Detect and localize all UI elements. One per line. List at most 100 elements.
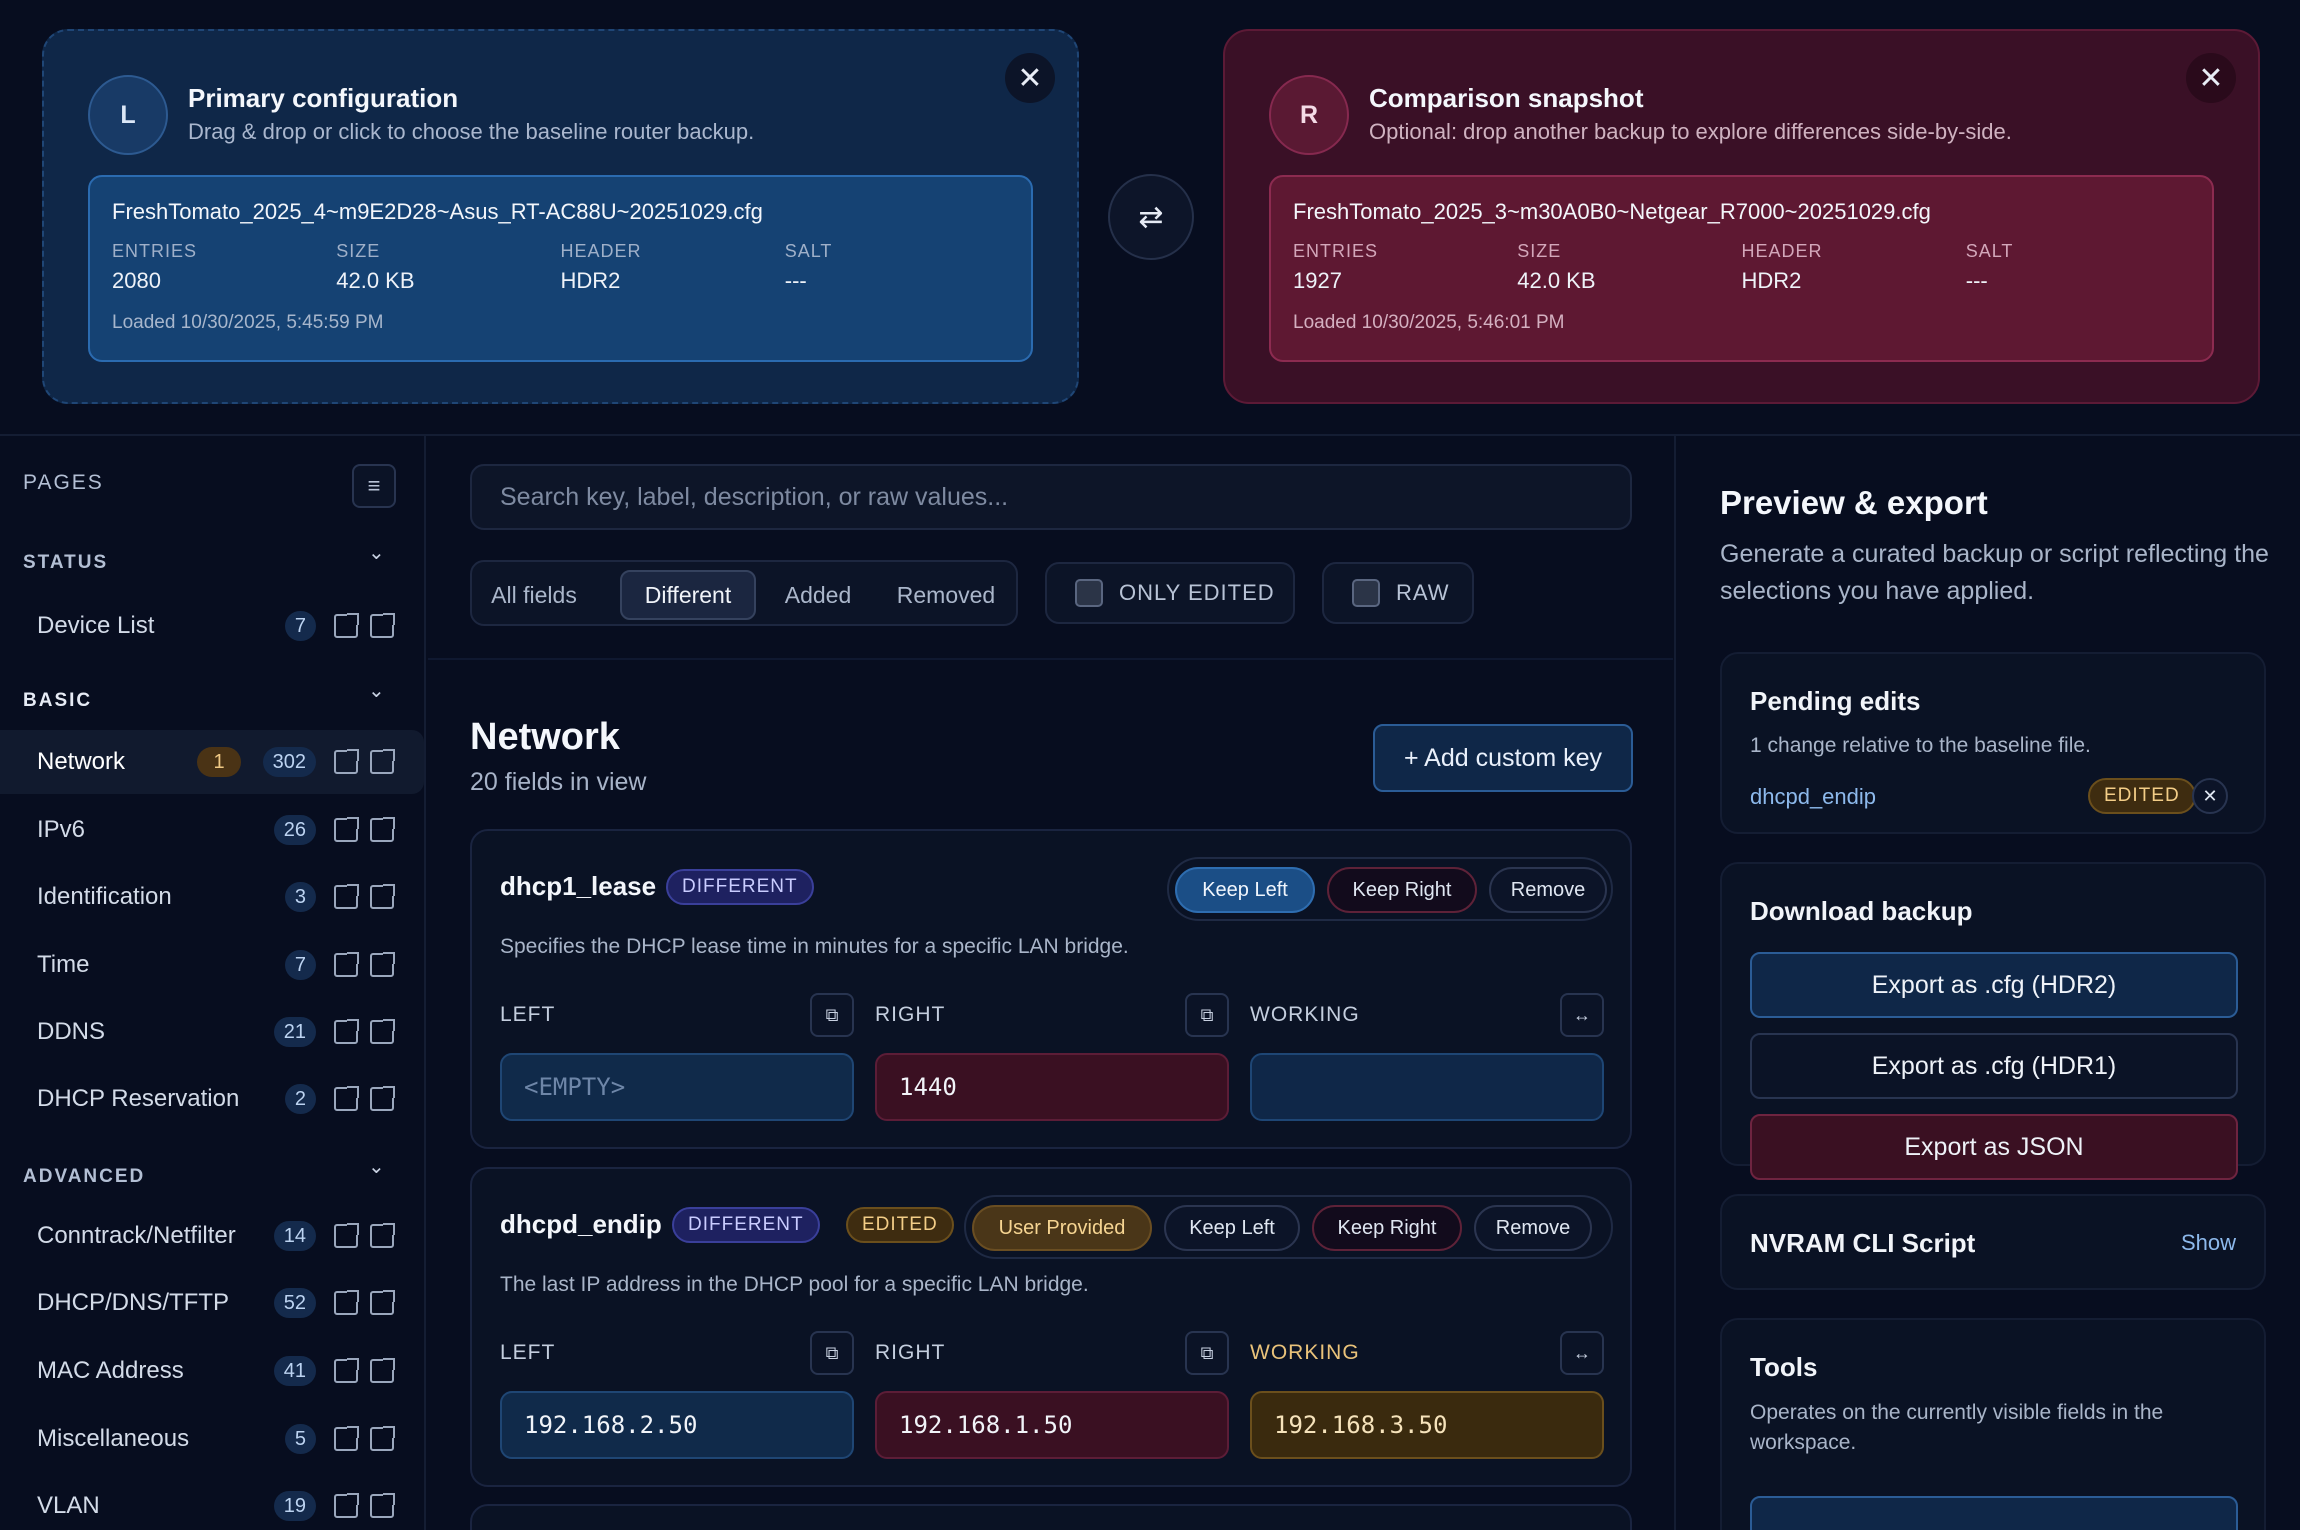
open-compare-icon[interactable]	[370, 613, 395, 638]
download-backup-title: Download backup	[1750, 896, 1973, 926]
primary-close-icon[interactable]: ✕	[1005, 53, 1055, 103]
only-edited-checkbox[interactable]	[1075, 579, 1103, 607]
sidebar-item-label: DHCP Reservation	[37, 1085, 240, 1112]
pages-sidebar: PAGES ≡ STATUS ⌄ Device List 7 BASIC ⌄ N…	[0, 436, 426, 1530]
open-compare-icon[interactable]	[370, 1223, 395, 1248]
keep-left-button[interactable]: Keep Left	[1164, 1205, 1300, 1251]
sidebar-item-vlan[interactable]: VLAN 19	[0, 1474, 424, 1530]
working-value-input[interactable]	[1250, 1053, 1604, 1121]
export-cfg-hdr2-button[interactable]: Export as .cfg (HDR2)	[1750, 952, 2238, 1018]
remove-button[interactable]: Remove	[1474, 1205, 1592, 1251]
open-external-icon[interactable]	[334, 1019, 359, 1044]
preview-title: Preview & export	[1720, 484, 1988, 521]
copy-right-icon[interactable]: ⧉	[1185, 1331, 1229, 1375]
sidebar-item-identification[interactable]: Identification 3	[0, 865, 424, 929]
filter-added[interactable]: Added	[768, 570, 868, 620]
raw-checkbox[interactable]	[1352, 579, 1380, 607]
pending-edit-key-link[interactable]: dhcpd_endip	[1750, 784, 1876, 810]
add-custom-key-button[interactable]: + Add custom key	[1373, 724, 1633, 792]
remove-edit-icon[interactable]: ✕	[2192, 778, 2228, 814]
primary-config-card[interactable]: L Primary configuration Drag & drop or c…	[42, 29, 1079, 404]
swap-icon[interactable]: ↔	[1560, 1331, 1604, 1375]
edited-badge: EDITED	[846, 1207, 954, 1243]
sidebar-item-device-list[interactable]: Device List 7	[0, 594, 424, 658]
only-edited-toggle[interactable]: ONLY EDITED	[1045, 562, 1295, 624]
meta-value: 42.0 KB	[336, 268, 415, 293]
raw-toggle[interactable]: RAW	[1322, 562, 1474, 624]
sidebar-item-ipv6[interactable]: IPv6 26	[0, 798, 424, 862]
open-compare-icon[interactable]	[370, 1019, 395, 1044]
open-external-icon[interactable]	[334, 749, 359, 774]
merge-action-group: User Provided Keep Left Keep Right Remov…	[964, 1195, 1613, 1259]
open-compare-icon[interactable]	[370, 884, 395, 909]
copy-left-icon[interactable]: ⧉	[810, 1331, 854, 1375]
left-value: <EMPTY>	[500, 1053, 854, 1121]
sidebar-item-mac-address[interactable]: MAC Address 41	[0, 1339, 424, 1403]
filter-different[interactable]: Different	[620, 570, 756, 620]
menu-icon[interactable]: ≡	[352, 464, 396, 508]
filter-all-fields[interactable]: All fields	[484, 570, 584, 620]
working-value-input[interactable]: 192.168.3.50	[1250, 1391, 1604, 1459]
open-compare-icon[interactable]	[370, 817, 395, 842]
remove-button[interactable]: Remove	[1489, 867, 1607, 913]
open-compare-icon[interactable]	[370, 952, 395, 977]
open-external-icon[interactable]	[334, 613, 359, 638]
open-external-icon[interactable]	[334, 952, 359, 977]
chevron-down-icon[interactable]: ⌄	[368, 1154, 385, 1179]
comparison-close-icon[interactable]: ✕	[2186, 53, 2236, 103]
export-json-button[interactable]: Export as JSON	[1750, 1114, 2238, 1180]
open-external-icon[interactable]	[334, 1358, 359, 1383]
right-column-label: RIGHT	[875, 1341, 946, 1364]
diff-filter-group: All fields Different Added Removed	[470, 560, 1018, 626]
main-workspace: All fields Different Added Removed ONLY …	[428, 436, 1673, 1530]
sidebar-item-dhcp-reservation[interactable]: DHCP Reservation 2	[0, 1067, 424, 1131]
open-compare-icon[interactable]	[370, 749, 395, 774]
comparison-loaded-time: Loaded 10/30/2025, 5:46:01 PM	[1293, 312, 1565, 333]
keep-right-button[interactable]: Keep Right	[1327, 867, 1477, 913]
open-compare-icon[interactable]	[370, 1426, 395, 1451]
preview-subtitle: Generate a curated backup or script refl…	[1720, 540, 2269, 605]
sidebar-item-conntrack[interactable]: Conntrack/Netfilter 14	[0, 1204, 424, 1268]
keep-right-button[interactable]: Keep Right	[1312, 1205, 1462, 1251]
meta-label: SALT	[1965, 241, 2014, 261]
chevron-down-icon[interactable]: ⌄	[368, 540, 385, 565]
open-external-icon[interactable]	[334, 884, 359, 909]
swap-files-icon[interactable]: ⇄	[1108, 174, 1194, 260]
open-external-icon[interactable]	[334, 1223, 359, 1248]
open-compare-icon[interactable]	[370, 1358, 395, 1383]
keep-left-button[interactable]: Keep Left	[1175, 867, 1315, 913]
open-external-icon[interactable]	[334, 1086, 359, 1111]
field-card-dhcpd-endip: dhcpd_endip DIFFERENT EDITED User Provid…	[470, 1167, 1632, 1487]
sidebar-item-label: Identification	[37, 883, 172, 910]
show-cli-link[interactable]: Show	[2181, 1230, 2236, 1256]
sidebar-item-network[interactable]: Network 1 302	[0, 730, 424, 794]
meta-value: HDR2	[560, 268, 621, 293]
sidebar-item-ddns[interactable]: DDNS 21	[0, 1000, 424, 1064]
open-external-icon[interactable]	[334, 1290, 359, 1315]
section-advanced[interactable]: ADVANCED	[23, 1166, 145, 1188]
sidebar-item-time[interactable]: Time 7	[0, 933, 424, 997]
open-external-icon[interactable]	[334, 1426, 359, 1451]
left-column-label: LEFT	[500, 1003, 556, 1026]
section-basic[interactable]: BASIC	[23, 690, 92, 712]
open-compare-icon[interactable]	[370, 1493, 395, 1518]
swap-icon[interactable]: ↔	[1560, 993, 1604, 1037]
open-compare-icon[interactable]	[370, 1086, 395, 1111]
open-external-icon[interactable]	[334, 1493, 359, 1518]
count-badge: 41	[273, 1356, 316, 1386]
comparison-snapshot-card[interactable]: R Comparison snapshot Optional: drop ano…	[1223, 29, 2260, 404]
copy-right-icon[interactable]: ⧉	[1185, 993, 1229, 1037]
user-provided-button[interactable]: User Provided	[972, 1205, 1152, 1251]
copy-left-icon[interactable]: ⧉	[810, 993, 854, 1037]
open-compare-icon[interactable]	[370, 1290, 395, 1315]
search-input[interactable]	[470, 464, 1632, 530]
tools-action-button[interactable]	[1750, 1496, 2238, 1530]
sidebar-item-miscellaneous[interactable]: Miscellaneous 5	[0, 1407, 424, 1471]
chevron-down-icon[interactable]: ⌄	[368, 678, 385, 703]
filter-removed[interactable]: Removed	[884, 570, 1008, 620]
sidebar-item-label: Miscellaneous	[37, 1425, 190, 1452]
open-external-icon[interactable]	[334, 817, 359, 842]
export-cfg-hdr1-button[interactable]: Export as .cfg (HDR1)	[1750, 1033, 2238, 1099]
section-status[interactable]: STATUS	[23, 552, 108, 574]
sidebar-item-dhcp-dns-tftp[interactable]: DHCP/DNS/TFTP 52	[0, 1271, 424, 1335]
